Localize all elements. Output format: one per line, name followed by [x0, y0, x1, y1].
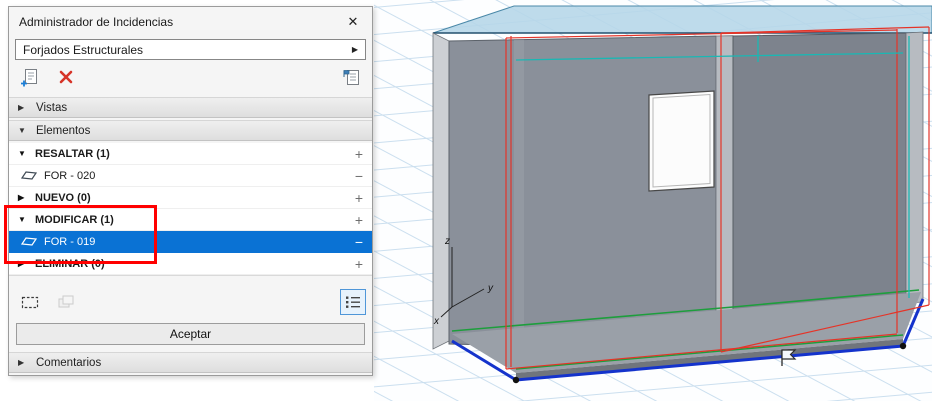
tree-group-label: NUEVO (0): [35, 192, 91, 204]
issue-toolbar: [17, 63, 364, 91]
add-item-button[interactable]: +: [355, 147, 363, 161]
dropdown-arrow-icon: ▶: [352, 45, 358, 54]
collapse-arrow-icon: ▼: [18, 126, 27, 135]
collapse-arrow-icon: ▶: [18, 358, 27, 367]
expand-arrow-icon: ▶: [18, 193, 28, 202]
marquee-icon: [20, 292, 40, 312]
tree-item-for-019[interactable]: FOR - 019 −: [9, 231, 372, 253]
dialog-titlebar: Administrador de Incidencias ✕: [9, 7, 372, 37]
tree-group-nuevo[interactable]: ▶ NUEVO (0) +: [9, 187, 372, 209]
accept-button[interactable]: Aceptar: [16, 323, 365, 345]
dialog-title: Administrador de Incidencias: [19, 15, 344, 29]
section-elementos-label: Elementos: [36, 125, 90, 137]
tree-group-eliminar[interactable]: ▶ ELIMINAR (0) +: [9, 253, 372, 275]
tree-item-label: FOR - 019: [44, 236, 95, 248]
detail-list-toggle[interactable]: [340, 289, 366, 315]
detail-list-icon: [343, 292, 363, 312]
tree-group-label: MODIFICAR (1): [35, 214, 114, 226]
tree-item-for-020[interactable]: FOR - 020 −: [9, 165, 372, 187]
section-elementos[interactable]: ▼ Elementos: [9, 120, 372, 141]
add-highlight-button[interactable]: [53, 289, 79, 315]
tree-group-modificar[interactable]: ▼ MODIFICAR (1) +: [9, 209, 372, 231]
selection-toolbar: [17, 287, 366, 317]
add-item-button[interactable]: +: [355, 213, 363, 227]
issue-organizer-button[interactable]: [338, 64, 364, 90]
edit-handle-left[interactable]: [513, 377, 519, 383]
section-vistas[interactable]: ▶ Vistas: [9, 97, 372, 118]
issue-organizer-icon: [341, 67, 362, 88]
tree-group-label: ELIMINAR (0): [35, 258, 105, 270]
axis-label-x: x: [433, 316, 440, 327]
slab-element-icon: [21, 170, 37, 181]
edit-handle-right[interactable]: [900, 343, 906, 349]
issue-manager-dialog: Administrador de Incidencias ✕ Forjados …: [8, 6, 373, 376]
expand-arrow-icon: ▶: [18, 259, 28, 268]
window-opening[interactable]: [649, 91, 714, 191]
expand-arrow-icon: ▼: [18, 149, 28, 158]
add-item-button[interactable]: +: [355, 257, 363, 271]
add-item-button[interactable]: +: [355, 191, 363, 205]
section-comentarios-label: Comentarios: [36, 357, 101, 369]
issue-filter-dropdown[interactable]: Forjados Estructurales ▶: [15, 39, 366, 60]
add-highlight-icon: [56, 292, 76, 312]
issue-filter-value: Forjados Estructurales: [23, 43, 143, 57]
close-icon[interactable]: ✕: [344, 13, 362, 31]
remove-item-button[interactable]: −: [355, 235, 363, 249]
elements-tree: ▼ RESALTAR (1) + FOR - 020 − ▶ NUEVO (0)…: [9, 143, 372, 276]
remove-item-button[interactable]: −: [355, 169, 363, 183]
new-issue-button[interactable]: [17, 64, 43, 90]
slab-element-icon: [21, 236, 37, 247]
axis-label-z: z: [444, 236, 450, 247]
section-comentarios[interactable]: ▶ Comentarios: [9, 352, 372, 373]
marquee-button[interactable]: [17, 289, 43, 315]
tree-group-resaltar[interactable]: ▼ RESALTAR (1) +: [9, 143, 372, 165]
new-issue-icon: [20, 67, 41, 88]
section-vistas-label: Vistas: [36, 102, 67, 114]
tree-group-label: RESALTAR (1): [35, 148, 110, 160]
axis-label-y: y: [487, 283, 494, 294]
delete-issue-icon: [57, 68, 75, 86]
collapse-arrow-icon: ▶: [18, 103, 27, 112]
expand-arrow-icon: ▼: [18, 215, 28, 224]
tree-item-label: FOR - 020: [44, 170, 95, 182]
delete-issue-button[interactable]: [53, 64, 79, 90]
